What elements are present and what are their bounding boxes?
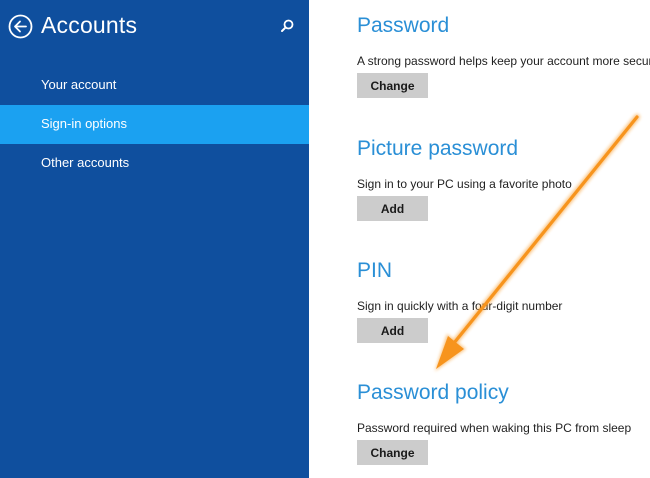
section-description: A strong password helps keep your accoun… (357, 54, 650, 68)
back-arrow-icon (8, 14, 33, 39)
pc-settings-window: Accounts Your account Sign-in options Ot… (0, 0, 650, 478)
section-description: Password required when waking this PC fr… (357, 421, 632, 435)
sidebar-header: Accounts (0, 0, 309, 54)
page-title: Accounts (41, 12, 138, 38)
sidebar-item-label: Your account (41, 77, 117, 92)
section-title: Password policy (357, 381, 509, 404)
back-button[interactable] (8, 14, 33, 39)
section-description: Sign in quickly with a four-digit number (357, 299, 563, 313)
picture-password-add-button[interactable]: Add (357, 196, 428, 221)
section-title: PIN (357, 259, 393, 282)
section-title: Picture password (357, 137, 519, 160)
section-description: Sign in to your PC using a favorite phot… (357, 177, 572, 191)
sidebar-item-sign-in-options[interactable]: Sign-in options (0, 105, 309, 144)
sidebar-item-your-account[interactable]: Your account (0, 66, 309, 105)
section-title: Password (357, 14, 450, 37)
sidebar-item-label: Sign-in options (41, 116, 127, 131)
sidebar-item-other-accounts[interactable]: Other accounts (0, 144, 309, 183)
password-change-button[interactable]: Change (357, 73, 428, 98)
sidebar: Accounts Your account Sign-in options Ot… (0, 0, 309, 478)
sidebar-item-label: Other accounts (41, 155, 130, 170)
main-content: Password A strong password helps keep yo… (309, 0, 650, 478)
password-policy-change-button[interactable]: Change (357, 440, 428, 465)
search-button[interactable] (279, 18, 295, 34)
search-icon (281, 19, 294, 32)
pin-add-button[interactable]: Add (357, 318, 428, 343)
